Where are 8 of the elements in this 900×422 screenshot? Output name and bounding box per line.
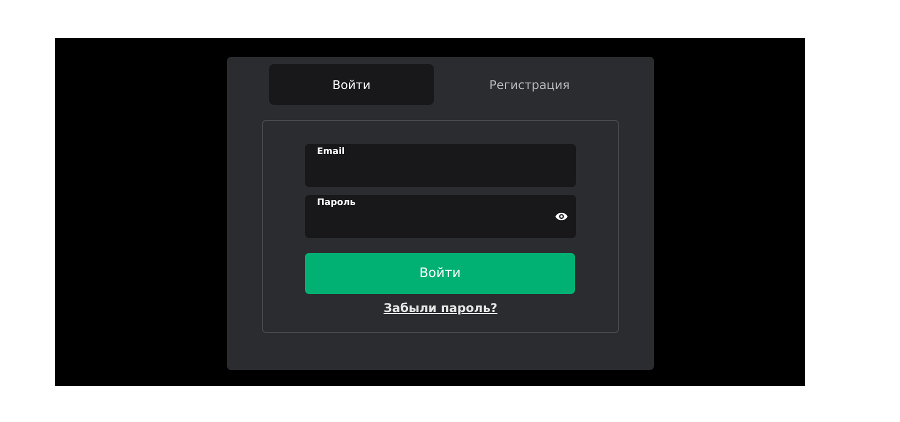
tab[interactable]: Войти [269,64,434,105]
input-field[interactable]: Email [305,144,576,187]
field-label: Пароль [317,197,357,209]
tab[interactable]: Регистрация [447,64,612,105]
show-password-icon[interactable] [555,212,568,221]
forgot-password-link[interactable]: Забыли пароль? [384,301,498,315]
field-label: Email [317,146,346,158]
input-field[interactable]: Пароль [305,195,576,238]
